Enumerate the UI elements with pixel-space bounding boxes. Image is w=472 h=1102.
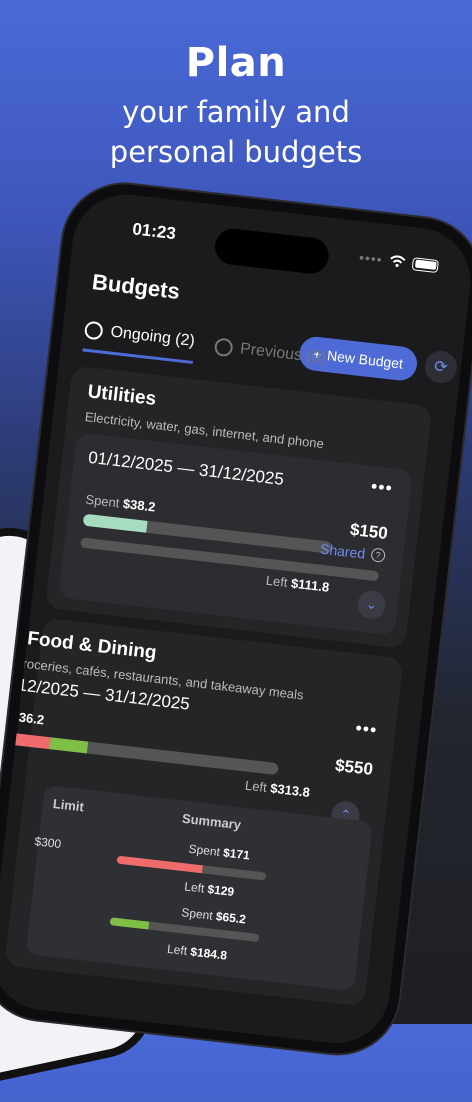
hero-subtitle-line-2: personal budgets bbox=[109, 135, 363, 169]
left-label: Left bbox=[166, 941, 188, 959]
row-spent: Spent $65.2 bbox=[181, 905, 247, 926]
budget-name: Utilities bbox=[86, 381, 158, 410]
left-label: Left bbox=[265, 572, 289, 591]
phone-screen: 01:23 •••• Budgets + New Budget ⟳ Ongoin… bbox=[0, 188, 472, 1049]
budget-total: $150 bbox=[348, 519, 389, 544]
clock-icon bbox=[83, 320, 104, 341]
battery-icon bbox=[411, 256, 439, 273]
budget-total: $550 bbox=[334, 755, 374, 779]
more-options-icon[interactable]: ••• bbox=[370, 476, 394, 499]
spent-label: Spent bbox=[187, 841, 221, 860]
status-time: 01:23 bbox=[131, 219, 177, 244]
wifi-icon bbox=[390, 255, 406, 268]
left-label: Left bbox=[244, 777, 268, 796]
more-options-icon[interactable]: ••• bbox=[354, 718, 378, 741]
status-icons: •••• bbox=[358, 249, 439, 274]
spent-value: $171 bbox=[222, 845, 251, 863]
spent-value: $38.2 bbox=[122, 495, 157, 515]
spent-text: $236.2 bbox=[4, 708, 45, 727]
limit-header: Limit bbox=[52, 796, 85, 815]
tab-ongoing-label: Ongoing (2) bbox=[109, 323, 196, 350]
left-value: $111.8 bbox=[290, 575, 331, 595]
progress-fill-red bbox=[9, 732, 51, 750]
row-progress-fill bbox=[109, 917, 150, 930]
budget-dates: 01/12/2025 — 31/12/2025 bbox=[87, 447, 285, 489]
summary-table: Limit Summary $300 Spent $171 Left $129 … bbox=[25, 784, 373, 992]
row-progress-fill bbox=[116, 855, 203, 874]
row-left: Left $129 bbox=[184, 879, 235, 899]
hero-subtitle-line-1: your family and bbox=[122, 95, 350, 129]
progress-fill-green bbox=[49, 737, 89, 754]
new-budget-label: New Budget bbox=[326, 347, 404, 372]
help-icon[interactable]: ? bbox=[370, 547, 386, 563]
row-spent: Spent $171 bbox=[188, 842, 251, 863]
spent-label: Spent bbox=[84, 491, 121, 511]
history-icon bbox=[213, 336, 234, 357]
tab-ongoing[interactable]: Ongoing (2) bbox=[82, 320, 196, 364]
spent-value: $236.2 bbox=[3, 707, 45, 728]
left-text: Left $111.8 bbox=[265, 573, 330, 595]
refresh-icon: ⟳ bbox=[433, 358, 449, 377]
signal-icon: •••• bbox=[358, 249, 384, 268]
progress-bar bbox=[9, 732, 279, 776]
progress-fill bbox=[82, 513, 148, 533]
shared-badge[interactable]: Shared ? bbox=[319, 541, 386, 564]
hero: Plan your family and personal budgets bbox=[0, 40, 472, 172]
left-label: Left bbox=[183, 879, 206, 896]
budget-card-food-dining[interactable]: Food & Dining Groceries, cafés, restaura… bbox=[0, 617, 404, 1007]
main-phone: 01:23 •••• Budgets + New Budget ⟳ Ongoin… bbox=[0, 177, 472, 1060]
shared-label: Shared bbox=[319, 540, 367, 562]
spent-label: Spent bbox=[180, 905, 214, 923]
left-text: Left $313.8 bbox=[244, 778, 310, 800]
refresh-button[interactable]: ⟳ bbox=[423, 349, 459, 385]
summary-header: Summary bbox=[181, 810, 242, 833]
spent-text: Spent $38.2 bbox=[85, 492, 156, 515]
left-value: $313.8 bbox=[269, 780, 311, 800]
page-title: Budgets bbox=[90, 269, 182, 304]
row-left: Left $184.8 bbox=[166, 942, 227, 963]
left-value: $184.8 bbox=[189, 944, 228, 963]
left-value: $129 bbox=[206, 882, 235, 899]
chevron-down-icon[interactable]: ⌄ bbox=[355, 589, 387, 621]
budget-details: 01/12/2025 — 31/12/2025 ••• Spent $38.2 … bbox=[58, 432, 413, 636]
spent-value: $65.2 bbox=[215, 909, 247, 927]
dynamic-island bbox=[213, 226, 331, 276]
limit-value: $300 bbox=[33, 834, 62, 852]
hero-title: Plan bbox=[185, 40, 287, 86]
budget-card-utilities[interactable]: Utilities Electricity, water, gas, inter… bbox=[45, 365, 433, 649]
